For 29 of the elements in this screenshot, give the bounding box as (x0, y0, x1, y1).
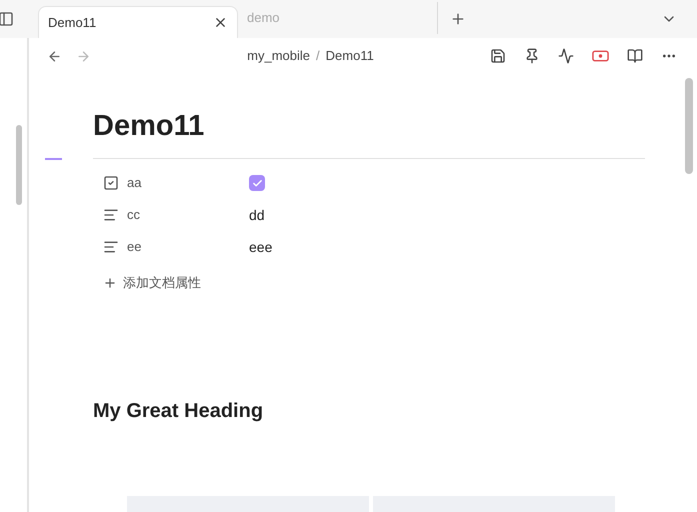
property-name[interactable]: cc (127, 205, 249, 225)
checkbox-property-icon (103, 175, 119, 191)
reading-view-icon[interactable] (627, 48, 643, 64)
heading: My Great Heading (93, 398, 264, 424)
tab[interactable]: Demo11 (38, 6, 238, 38)
property-name[interactable]: ee (127, 237, 249, 257)
pin-icon[interactable] (524, 48, 540, 64)
sidebar-toggle-icon[interactable] (0, 11, 14, 27)
ticket-icon[interactable] (592, 50, 609, 62)
property-value[interactable]: dd (249, 204, 265, 226)
add-property-button[interactable]: 添加文档属性 (103, 273, 201, 292)
property-value[interactable]: eee (249, 236, 272, 258)
new-tab-icon[interactable] (450, 11, 466, 27)
checkbox[interactable] (249, 175, 265, 191)
scrollbar[interactable] (685, 78, 693, 174)
scrollbar[interactable] (16, 125, 22, 205)
document-title: Demo11 (93, 109, 206, 144)
breadcrumb-item[interactable]: my_mobile (247, 46, 310, 66)
back-icon[interactable] (47, 48, 62, 64)
text-property-icon (103, 239, 119, 255)
breadcrumb-separator: / (316, 47, 320, 66)
pulse-icon[interactable] (558, 48, 574, 64)
breadcrumb-item[interactable]: Demo11 (326, 46, 374, 66)
save-icon[interactable] (490, 48, 506, 64)
plus-icon (103, 276, 117, 290)
close-icon[interactable] (213, 15, 228, 30)
text-property-icon (103, 207, 119, 223)
property-name[interactable]: aa (127, 173, 249, 193)
check-icon (252, 178, 262, 188)
